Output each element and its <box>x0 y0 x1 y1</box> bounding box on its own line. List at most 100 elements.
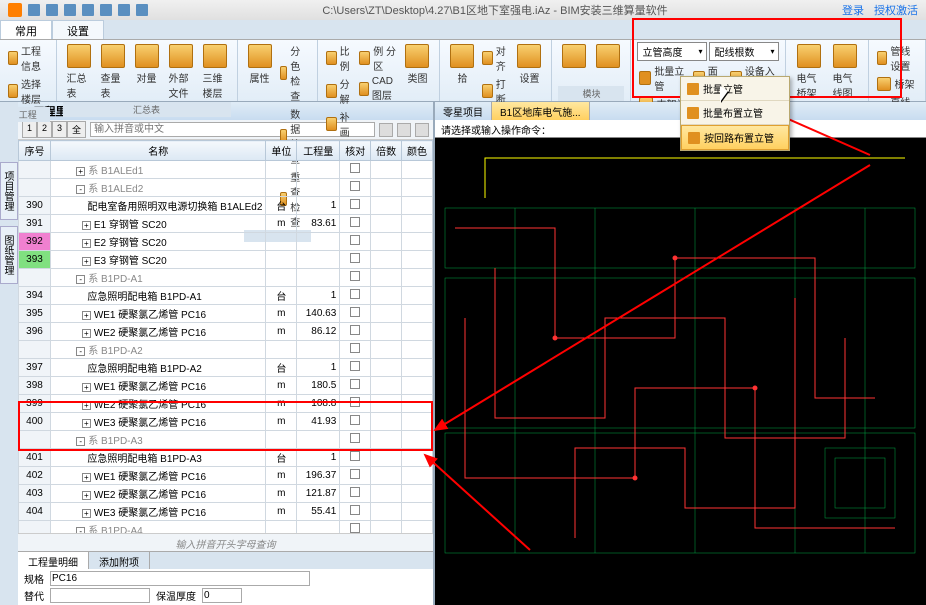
qat-icon[interactable] <box>28 4 40 16</box>
table-row[interactable]: 395 +WE1 硬聚氯乙烯管 PC16m140.63 <box>19 305 433 323</box>
summary-button[interactable]: 汇总表 <box>63 42 95 102</box>
table-row[interactable]: 401 应急照明配电箱 B1PD-A3台1 <box>19 449 433 467</box>
quick-access-toolbar[interactable] <box>28 4 148 16</box>
search-hint[interactable]: 输入拼音开头字母查询 <box>18 533 433 551</box>
scale-button[interactable]: 比例 <box>324 42 355 74</box>
ext-file-button[interactable]: 外部文件 <box>165 42 197 102</box>
tab-settings[interactable]: 设置 <box>52 20 104 39</box>
table-row[interactable]: -系 B1ALEd2 <box>19 179 433 197</box>
col-color[interactable]: 颜色 <box>402 141 433 161</box>
qat-icon[interactable] <box>82 4 94 16</box>
app-icon <box>8 3 22 17</box>
fill-button[interactable]: 补画 <box>324 108 355 140</box>
misc-button[interactable] <box>592 42 624 72</box>
table-row[interactable]: -系 B1PD-A2 <box>19 341 433 359</box>
table-row[interactable]: 399 +WE2 硬聚氯乙烯管 PC16m108.8 <box>19 395 433 413</box>
detail-tabs: 工程量明细 添加附项 <box>18 551 433 569</box>
3d-floor-button[interactable]: 三维楼层 <box>199 42 231 102</box>
pick-button[interactable]: 拾 <box>446 42 478 107</box>
search-tab-1[interactable]: 1 <box>22 121 37 138</box>
table-row[interactable]: 398 +WE1 硬聚氯乙烯管 PC16m180.5 <box>19 377 433 395</box>
table-row[interactable]: 404 +WE3 硬聚氯乙烯管 PC16m55.41 <box>19 503 433 521</box>
col-mult[interactable]: 倍数 <box>371 141 402 161</box>
detail-panel: 规格 替代 保温厚度 <box>18 569 433 605</box>
table-row[interactable]: 402 +WE1 硬聚氯乙烯管 PC16m196.37 <box>19 467 433 485</box>
elec-figure-button[interactable]: 电气线图 <box>828 42 862 102</box>
side-tab-project[interactable]: 项目管理 <box>0 162 18 220</box>
table-row[interactable]: 394 应急照明配电箱 B1PD-A1台1 <box>19 287 433 305</box>
left-panel: ▾ 工程里表 1 2 3 全 序号 名称 单位 工程量 核对 <box>18 102 435 605</box>
tab-common[interactable]: 常用 <box>0 20 52 39</box>
elec-cabinet-button[interactable]: 电气桥架 <box>792 42 826 102</box>
table-row[interactable]: 392 +E2 穿钢管 SC20 <box>19 233 433 251</box>
qat-icon[interactable] <box>136 4 148 16</box>
compare-button[interactable]: 对量 <box>131 42 163 102</box>
group-label: 工程 <box>6 107 50 122</box>
table-row[interactable]: 396 +WE2 硬聚氯乙烯管 PC16m86.12 <box>19 323 433 341</box>
wire-count-dropdown[interactable]: 配线根数 <box>709 42 779 61</box>
qat-icon[interactable] <box>46 4 58 16</box>
align-button[interactable]: 对齐 <box>480 42 511 74</box>
view-qty-button[interactable]: 查量表 <box>97 42 129 102</box>
col-name[interactable]: 名称 <box>51 141 266 161</box>
popup-circuit-riser[interactable]: 按回路布置立管 <box>681 125 789 150</box>
spec-input[interactable] <box>50 571 310 586</box>
table-row[interactable]: -系 B1PD-A4 <box>19 521 433 534</box>
sel-floor-button[interactable]: 选择楼层 <box>6 75 50 107</box>
popup-batch-place-riser[interactable]: 批量布置立管 <box>681 101 789 125</box>
partial-button[interactable]: 例 分区 <box>357 42 399 74</box>
rebar-button[interactable]: 分解 <box>324 75 355 107</box>
draw-button[interactable]: 类图 <box>401 42 433 140</box>
pipe-button[interactable]: 桥架 <box>875 75 919 92</box>
mouse-cursor-icon <box>720 86 734 104</box>
popup-batch-riser[interactable]: 批量立管 <box>681 77 789 101</box>
table-row[interactable]: +系 B1ALEd1 <box>19 161 433 179</box>
table-row[interactable]: 397 应急照明配电箱 B1PD-A2台1 <box>19 359 433 377</box>
alt-input[interactable] <box>50 588 150 603</box>
login-link[interactable]: 登录 <box>842 2 864 18</box>
wire-set-button[interactable]: 管线设置 <box>875 42 919 74</box>
col-check[interactable]: 核对 <box>340 141 371 161</box>
col-unit[interactable]: 单位 <box>266 141 297 161</box>
qat-icon[interactable] <box>100 4 112 16</box>
ribbon: 工程信息 选择楼层 工程 汇总表 查量表 对量 外部文件 三维楼层 汇总表 属性… <box>0 40 926 102</box>
color-check-button[interactable]: 分色检查 <box>278 42 312 104</box>
search-tab-all[interactable]: 全 <box>67 121 86 138</box>
thk-input[interactable] <box>202 588 242 603</box>
spec-label: 规格 <box>24 571 44 586</box>
search-tab-3[interactable]: 3 <box>52 121 67 138</box>
qat-icon[interactable] <box>64 4 76 16</box>
license-link[interactable]: 授权激活 <box>874 2 918 18</box>
proj-info-button[interactable]: 工程信息 <box>6 42 50 74</box>
search-tab-2[interactable]: 2 <box>37 121 52 138</box>
qat-icon[interactable] <box>118 4 130 16</box>
tab-detail[interactable]: 工程量明细 <box>18 552 89 569</box>
layer-button[interactable]: CAD图层 <box>357 75 399 103</box>
table-row[interactable]: 393 +E3 穿钢管 SC20 <box>19 251 433 269</box>
table-row[interactable]: 400 +WE3 硬聚氯乙烯管 PC16m41.93 <box>19 413 433 431</box>
misc-button[interactable] <box>558 42 590 72</box>
settings-button[interactable]: 设置 <box>513 42 545 107</box>
table-row[interactable]: 403 +WE2 硬聚氯乙烯管 PC16m121.87 <box>19 485 433 503</box>
quantity-tree-table[interactable]: 序号 名称 单位 工程量 核对 倍数 颜色 +系 B1ALEd1 -系 B1AL… <box>18 140 433 533</box>
grid-icon <box>687 83 699 95</box>
table-row[interactable]: 391 +E1 穿钢管 SC20m83.61 <box>19 215 433 233</box>
alt-label: 替代 <box>24 588 44 603</box>
annotation-arrow-3 <box>420 450 540 563</box>
thk-label: 保温厚度 <box>156 588 196 603</box>
title-bar: C:\Users\ZT\Desktop\4.27\B1区地下室强电.iAz - … <box>0 0 926 20</box>
tab-misc[interactable]: 零星项目 <box>435 102 492 120</box>
table-row[interactable]: 390 配电室备用照明双电源切换箱 B1ALEd2台1 <box>19 197 433 215</box>
side-tabs: 项目管理 图纸管理 <box>0 102 18 605</box>
tab-floor[interactable]: B1区地库电气施... <box>492 102 590 120</box>
col-seq[interactable]: 序号 <box>19 141 51 161</box>
window-title: C:\Users\ZT\Desktop\4.27\B1区地下室强电.iAz - … <box>148 2 842 18</box>
table-row[interactable]: -系 B1PD-A3 <box>19 431 433 449</box>
group-label: 汇总表 <box>63 102 231 117</box>
col-qty[interactable]: 工程量 <box>297 141 340 161</box>
tab-add[interactable]: 添加附项 <box>89 552 150 569</box>
title-links: 登录 授权激活 <box>842 2 918 18</box>
riser-height-dropdown[interactable]: 立管高度 <box>637 42 707 61</box>
table-row[interactable]: -系 B1PD-A1 <box>19 269 433 287</box>
side-tab-drawings[interactable]: 图纸管理 <box>0 226 18 284</box>
